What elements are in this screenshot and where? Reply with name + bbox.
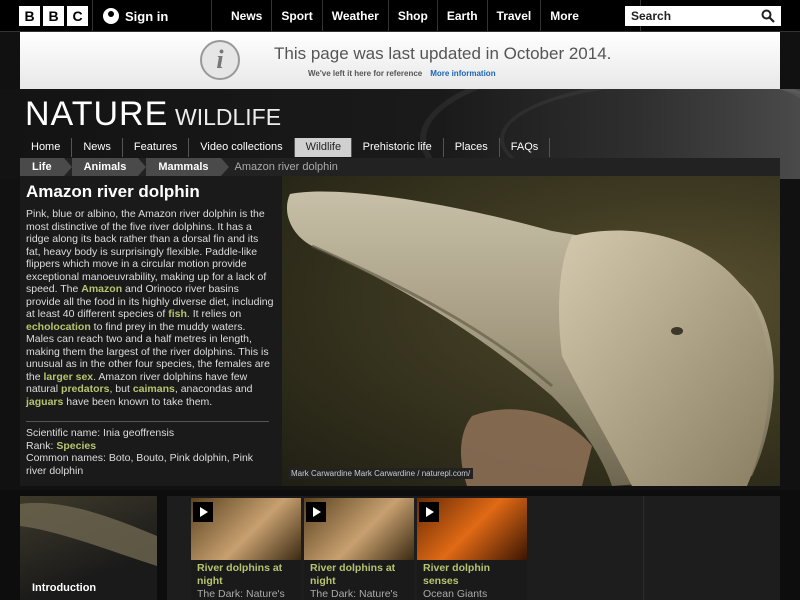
nav-earth[interactable]: Earth [438, 0, 488, 32]
article-title: Amazon river dolphin [26, 182, 200, 201]
fact-label: Common names: [26, 452, 106, 464]
fact-scientific-name: Scientific name: Inia geoffrensis [26, 427, 276, 440]
video-subtitle: The Dark: Nature's [310, 588, 398, 600]
tab-wildlife[interactable]: Wildlife [294, 138, 352, 157]
play-icon[interactable] [306, 502, 326, 522]
article-text: , but [109, 383, 133, 395]
video-title[interactable]: River dolphins at night [197, 562, 297, 587]
play-icon[interactable] [419, 502, 439, 522]
fact-rank: Rank: Species [26, 440, 276, 453]
link-larger-sex[interactable]: larger sex [44, 371, 94, 383]
notice-subtitle: We've left it here for reference [308, 69, 423, 78]
article-body: Pink, blue or albino, the Amazon river d… [26, 208, 274, 408]
dolphin-photo [282, 176, 780, 486]
article-text: , anacondas and [174, 383, 253, 395]
user-icon [103, 8, 119, 24]
breadcrumb-current: Amazon river dolphin [234, 161, 338, 173]
signin-button[interactable]: Sign in [92, 0, 212, 32]
tab-features[interactable]: Features [123, 138, 190, 157]
notice-title: This page was last updated in October 20… [274, 44, 612, 63]
article-text: . It relies on [186, 308, 242, 320]
breadcrumb-animals[interactable]: Animals [71, 158, 147, 176]
video-strip: River dolphins at night The Dark: Nature… [167, 496, 780, 600]
link-amazon[interactable]: Amazon [81, 283, 122, 295]
photo-credit: Mark Carwardine Mark Carwardine / nature… [288, 468, 474, 479]
link-echolocation[interactable]: echolocation [26, 321, 91, 333]
tab-faqs[interactable]: FAQs [500, 138, 551, 157]
nav-weather[interactable]: Weather [323, 0, 389, 32]
nav-more-label: More [550, 9, 579, 23]
tab-news[interactable]: News [72, 138, 123, 157]
global-nav: News Sport Weather Shop Earth Travel Mor… [222, 0, 642, 32]
nav-news[interactable]: News [222, 0, 273, 32]
nav-sport[interactable]: Sport [272, 0, 323, 32]
nav-shop[interactable]: Shop [389, 0, 438, 32]
video-thumbnail [191, 498, 301, 560]
video-card[interactable]: River dolphin senses Ocean Giants [417, 496, 527, 600]
notice-subline: We've left it here for reference More in… [308, 69, 496, 78]
dolphin-illustration [287, 191, 774, 486]
article-panel: Amazon river dolphin Pink, blue or albin… [20, 176, 282, 486]
bbc-logo-letter: B [43, 6, 64, 26]
tab-places[interactable]: Places [444, 138, 500, 157]
fact-value: Inia geoffrensis [103, 427, 175, 439]
link-species[interactable]: Species [56, 440, 96, 452]
more-information-link[interactable]: More information [430, 69, 495, 78]
nav-travel[interactable]: Travel [488, 0, 542, 32]
tab-prehistoric-life[interactable]: Prehistoric life [352, 138, 444, 157]
archive-notice: i This page was last updated in October … [20, 32, 780, 89]
video-title[interactable]: River dolphins at night [310, 562, 410, 587]
breadcrumb-mammals[interactable]: Mammals [146, 158, 229, 176]
bbc-logo[interactable]: B B C [19, 6, 88, 26]
bbc-top-bar: B B C Sign in News Sport Weather Shop Ea… [0, 0, 800, 32]
play-icon[interactable] [193, 502, 213, 522]
video-subtitle: Ocean Giants [423, 588, 488, 600]
search-icon[interactable] [761, 9, 775, 23]
tab-video-collections[interactable]: Video collections [189, 138, 295, 157]
fact-common-names: Common names: Boto, Bouto, Pink dolphin,… [26, 452, 276, 477]
video-card[interactable]: River dolphins at night The Dark: Nature… [304, 496, 414, 600]
video-thumbnail [417, 498, 527, 560]
link-caimans[interactable]: caimans [133, 383, 175, 395]
fact-label: Rank: [26, 439, 54, 452]
article-text: Pink, blue or albino, the Amazon river d… [26, 208, 267, 295]
signin-label: Sign in [125, 8, 169, 24]
wildlife-title[interactable]: WILDLIFE [175, 104, 281, 131]
introduction-label: Introduction [32, 582, 97, 594]
introduction-card[interactable]: Introduction [20, 496, 157, 600]
video-card[interactable]: River dolphins at night The Dark: Nature… [191, 496, 301, 600]
divider [643, 496, 644, 600]
section-nav: Home News Features Video collections Wil… [20, 138, 551, 157]
breadcrumb-life[interactable]: Life [20, 158, 72, 176]
tab-home[interactable]: Home [20, 138, 73, 157]
species-facts: Scientific name: Inia geoffrensis Rank: … [26, 427, 276, 477]
video-thumbnail [304, 498, 414, 560]
link-fish[interactable]: fish [168, 308, 187, 320]
search-box [625, 6, 781, 26]
nature-title[interactable]: NATURE [25, 95, 168, 134]
divider [26, 421, 269, 422]
link-predators[interactable]: predators [61, 383, 109, 395]
video-title[interactable]: River dolphin senses [423, 562, 523, 587]
search-input[interactable] [625, 6, 755, 26]
bbc-logo-letter: B [19, 6, 40, 26]
video-subtitle: The Dark: Nature's [197, 588, 285, 600]
article-text: have been known to take them. [63, 395, 213, 408]
bbc-logo-letter: C [67, 6, 88, 26]
info-icon: i [200, 40, 240, 80]
fact-label: Scientific name: [26, 427, 101, 439]
link-jaguars[interactable]: jaguars [26, 396, 63, 408]
breadcrumb: Life Animals Mammals Amazon river dolphi… [20, 158, 780, 176]
